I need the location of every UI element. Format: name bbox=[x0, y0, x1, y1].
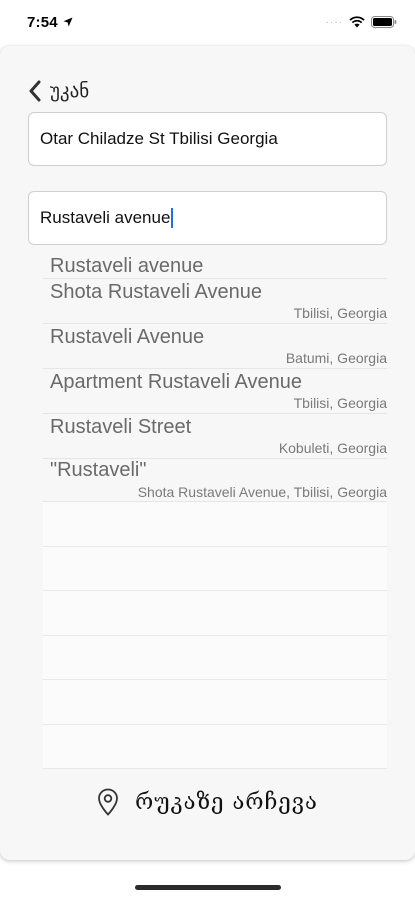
status-time: 7:54 bbox=[27, 13, 58, 31]
suggestion-item[interactable]: Shota Rustaveli Avenue Tbilisi, Georgia bbox=[43, 279, 387, 324]
suggestion-title: Rustaveli Avenue bbox=[50, 326, 205, 348]
suggestion-item[interactable]: Rustaveli Avenue Batumi, Georgia bbox=[43, 324, 387, 369]
cellular-signal-icon: ···· bbox=[325, 16, 343, 28]
suggestion-title: Rustaveli avenue bbox=[50, 255, 204, 277]
suggestion-title: Shota Rustaveli Avenue bbox=[50, 281, 263, 303]
suggestion-subtitle: Tbilisi, Georgia bbox=[293, 395, 387, 411]
status-icons: ···· bbox=[326, 16, 397, 28]
text-cursor bbox=[171, 208, 174, 228]
destination-input[interactable]: Rustaveli avenue bbox=[28, 191, 387, 245]
map-pin-icon bbox=[98, 788, 119, 816]
empty-row bbox=[43, 635, 387, 680]
wifi-icon bbox=[349, 16, 365, 28]
destination-value: Rustaveli avenue bbox=[40, 208, 171, 227]
suggestion-subtitle: Tbilisi, Georgia bbox=[293, 305, 387, 321]
empty-list-area bbox=[43, 502, 387, 769]
suggestion-title: Apartment Rustaveli Avenue bbox=[50, 371, 303, 393]
suggestion-item[interactable]: Apartment Rustaveli Avenue Tbilisi, Geor… bbox=[43, 369, 387, 414]
back-button[interactable]: უკან bbox=[28, 78, 89, 104]
chevron-left-icon bbox=[29, 80, 41, 102]
suggestion-title: Rustaveli Street bbox=[50, 416, 192, 438]
suggestion-item[interactable]: Rustaveli Street Kobuleti, Georgia bbox=[43, 414, 387, 459]
empty-row bbox=[43, 502, 387, 547]
choose-on-map-label: რუკაზე არჩევა bbox=[135, 789, 318, 815]
empty-row bbox=[43, 546, 387, 591]
suggestion-subtitle: Batumi, Georgia bbox=[285, 350, 387, 366]
suggestion-title: "Rustaveli" bbox=[50, 459, 147, 481]
status-bar: 7:54 ···· bbox=[0, 0, 415, 44]
location-arrow-icon bbox=[63, 17, 73, 27]
choose-on-map-button[interactable]: რუკაზე არჩევა bbox=[28, 776, 387, 828]
home-indicator[interactable] bbox=[135, 885, 281, 890]
empty-row bbox=[43, 591, 387, 636]
suggestion-item[interactable]: "Rustaveli" Shota Rustaveli Avenue, Tbil… bbox=[43, 459, 387, 502]
back-label: უკან bbox=[50, 80, 90, 102]
battery-icon bbox=[371, 16, 397, 28]
origin-input[interactable]: Otar Chiladze St Tbilisi Georgia bbox=[28, 112, 387, 166]
suggestion-subtitle: Shota Rustaveli Avenue, Tbilisi, Georgia bbox=[137, 484, 387, 500]
suggestion-subtitle: Kobuleti, Georgia bbox=[278, 440, 387, 456]
suggestion-list: Rustaveli avenue Shota Rustaveli Avenue … bbox=[43, 254, 387, 502]
empty-row bbox=[43, 724, 387, 769]
origin-value: Otar Chiladze St Tbilisi Georgia bbox=[40, 129, 278, 148]
route-sheet: უკან Otar Chiladze St Tbilisi Georgia Ru… bbox=[0, 46, 415, 860]
empty-row bbox=[43, 680, 387, 725]
suggestion-item[interactable]: Rustaveli avenue bbox=[43, 254, 387, 279]
